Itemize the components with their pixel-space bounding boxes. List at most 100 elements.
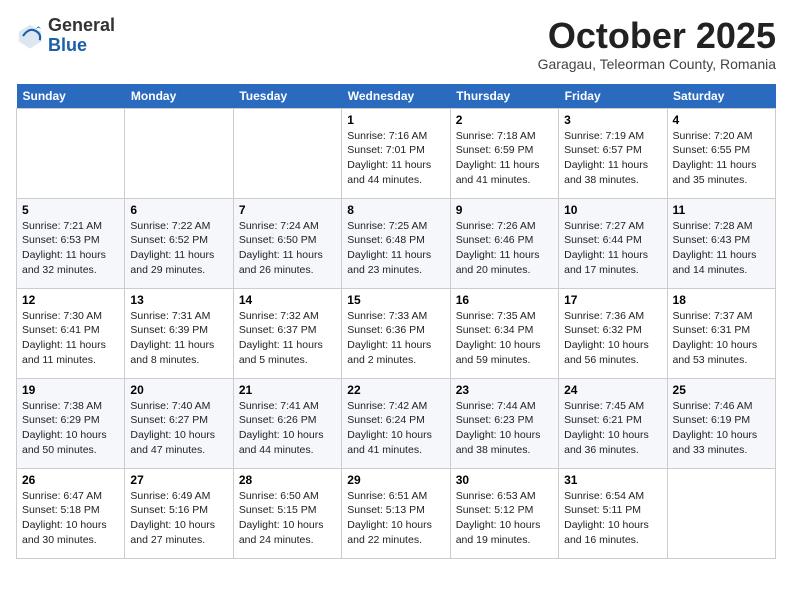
day-number: 5 [22, 203, 119, 217]
weekday-header-tuesday: Tuesday [233, 84, 341, 109]
day-info: Sunrise: 7:36 AMSunset: 6:32 PMDaylight:… [564, 309, 661, 368]
calendar-table: SundayMondayTuesdayWednesdayThursdayFrid… [16, 84, 776, 559]
day-number: 15 [347, 293, 444, 307]
logo: General Blue [16, 16, 115, 56]
day-cell: 3 Sunrise: 7:19 AMSunset: 6:57 PMDaylight… [559, 108, 667, 198]
logo-text: General Blue [48, 16, 115, 56]
day-cell [233, 108, 341, 198]
day-info: Sunrise: 6:51 AMSunset: 5:13 PMDaylight:… [347, 489, 444, 548]
day-cell [17, 108, 125, 198]
weekday-header-sunday: Sunday [17, 84, 125, 109]
day-number: 7 [239, 203, 336, 217]
day-info: Sunrise: 7:40 AMSunset: 6:27 PMDaylight:… [130, 399, 227, 458]
day-info: Sunrise: 7:44 AMSunset: 6:23 PMDaylight:… [456, 399, 553, 458]
day-number: 13 [130, 293, 227, 307]
day-info: Sunrise: 6:53 AMSunset: 5:12 PMDaylight:… [456, 489, 553, 548]
location-subtitle: Garagau, Teleorman County, Romania [538, 56, 776, 72]
day-cell: 4Sunrise: 7:20 AMSunset: 6:55 PMDaylight… [667, 108, 775, 198]
day-cell: 13 Sunrise: 7:31 AMSunset: 6:39 PMDayligh… [125, 288, 233, 378]
day-cell: 18 Sunrise: 7:37 AMSunset: 6:31 PMDayligh… [667, 288, 775, 378]
day-number: 16 [456, 293, 553, 307]
day-cell: 21 Sunrise: 7:41 AMSunset: 6:26 PMDayligh… [233, 378, 341, 468]
day-number: 24 [564, 383, 661, 397]
day-info: Sunrise: 6:47 AMSunset: 5:18 PMDaylight:… [22, 489, 119, 548]
day-cell: 20 Sunrise: 7:40 AMSunset: 6:27 PMDayligh… [125, 378, 233, 468]
day-number: 23 [456, 383, 553, 397]
day-number: 4 [673, 113, 770, 127]
day-cell: 19Sunrise: 7:38 AMSunset: 6:29 PMDayligh… [17, 378, 125, 468]
day-info: Sunrise: 7:45 AMSunset: 6:21 PMDaylight:… [564, 399, 661, 458]
day-cell: 14Sunrise: 7:32 AMSunset: 6:37 PMDayligh… [233, 288, 341, 378]
day-info: Sunrise: 7:25 AMSunset: 6:48 PMDaylight:… [347, 219, 444, 278]
day-info: Sunrise: 6:50 AMSunset: 5:15 PMDaylight:… [239, 489, 336, 548]
day-number: 12 [22, 293, 119, 307]
day-info: Sunrise: 7:32 AMSunset: 6:37 PMDaylight:… [239, 309, 336, 368]
day-info: Sunrise: 7:19 AMSunset: 6:57 PMDaylight:… [564, 129, 661, 188]
day-number: 22 [347, 383, 444, 397]
weekday-header-wednesday: Wednesday [342, 84, 450, 109]
day-info: Sunrise: 7:31 AMSunset: 6:39 PMDaylight:… [130, 309, 227, 368]
week-row-5: 26Sunrise: 6:47 AMSunset: 5:18 PMDayligh… [17, 468, 776, 558]
weekday-header-saturday: Saturday [667, 84, 775, 109]
day-info: Sunrise: 7:33 AMSunset: 6:36 PMDaylight:… [347, 309, 444, 368]
day-cell: 28 Sunrise: 6:50 AMSunset: 5:15 PMDayligh… [233, 468, 341, 558]
day-cell: 30 Sunrise: 6:53 AMSunset: 5:12 PMDayligh… [450, 468, 558, 558]
day-info: Sunrise: 7:46 AMSunset: 6:19 PMDaylight:… [673, 399, 770, 458]
day-number: 30 [456, 473, 553, 487]
day-info: Sunrise: 7:16 AMSunset: 7:01 PMDaylight:… [347, 129, 444, 188]
day-number: 28 [239, 473, 336, 487]
month-title: October 2025 [538, 16, 776, 56]
day-info: Sunrise: 7:18 AMSunset: 6:59 PMDaylight:… [456, 129, 553, 188]
day-cell: 31 Sunrise: 6:54 AMSunset: 5:11 PMDayligh… [559, 468, 667, 558]
day-info: Sunrise: 7:26 AMSunset: 6:46 PMDaylight:… [456, 219, 553, 278]
day-info: Sunrise: 7:38 AMSunset: 6:29 PMDaylight:… [22, 399, 119, 458]
week-row-4: 19Sunrise: 7:38 AMSunset: 6:29 PMDayligh… [17, 378, 776, 468]
day-cell: 5Sunrise: 7:21 AMSunset: 6:53 PMDaylight… [17, 198, 125, 288]
day-cell [667, 468, 775, 558]
day-cell: 17 Sunrise: 7:36 AMSunset: 6:32 PMDayligh… [559, 288, 667, 378]
day-number: 21 [239, 383, 336, 397]
day-cell: 10Sunrise: 7:27 AMSunset: 6:44 PMDayligh… [559, 198, 667, 288]
page-header: General Blue October 2025 Garagau, Teleo… [16, 16, 776, 72]
day-number: 6 [130, 203, 227, 217]
day-number: 18 [673, 293, 770, 307]
day-cell: 9 Sunrise: 7:26 AMSunset: 6:46 PMDaylight… [450, 198, 558, 288]
day-cell: 26Sunrise: 6:47 AMSunset: 5:18 PMDayligh… [17, 468, 125, 558]
weekday-header-monday: Monday [125, 84, 233, 109]
weekday-header-row: SundayMondayTuesdayWednesdayThursdayFrid… [17, 84, 776, 109]
day-cell: 24 Sunrise: 7:45 AMSunset: 6:21 PMDayligh… [559, 378, 667, 468]
week-row-2: 5Sunrise: 7:21 AMSunset: 6:53 PMDaylight… [17, 198, 776, 288]
day-number: 9 [456, 203, 553, 217]
day-number: 2 [456, 113, 553, 127]
day-cell: 27 Sunrise: 6:49 AMSunset: 5:16 PMDayligh… [125, 468, 233, 558]
day-number: 31 [564, 473, 661, 487]
day-info: Sunrise: 7:30 AMSunset: 6:41 PMDaylight:… [22, 309, 119, 368]
day-number: 1 [347, 113, 444, 127]
day-cell: 22Sunrise: 7:42 AMSunset: 6:24 PMDayligh… [342, 378, 450, 468]
day-cell: 6 Sunrise: 7:22 AMSunset: 6:52 PMDaylight… [125, 198, 233, 288]
day-info: Sunrise: 7:37 AMSunset: 6:31 PMDaylight:… [673, 309, 770, 368]
day-cell: 25Sunrise: 7:46 AMSunset: 6:19 PMDayligh… [667, 378, 775, 468]
week-row-1: 1 Sunrise: 7:16 AMSunset: 7:01 PMDaylight… [17, 108, 776, 198]
day-info: Sunrise: 6:54 AMSunset: 5:11 PMDaylight:… [564, 489, 661, 548]
week-row-3: 12 Sunrise: 7:30 AMSunset: 6:41 PMDayligh… [17, 288, 776, 378]
day-cell [125, 108, 233, 198]
day-number: 11 [673, 203, 770, 217]
day-number: 27 [130, 473, 227, 487]
day-info: Sunrise: 7:27 AMSunset: 6:44 PMDaylight:… [564, 219, 661, 278]
day-number: 3 [564, 113, 661, 127]
day-info: Sunrise: 7:24 AMSunset: 6:50 PMDaylight:… [239, 219, 336, 278]
day-cell: 29Sunrise: 6:51 AMSunset: 5:13 PMDayligh… [342, 468, 450, 558]
day-info: Sunrise: 7:35 AMSunset: 6:34 PMDaylight:… [456, 309, 553, 368]
day-number: 17 [564, 293, 661, 307]
day-info: Sunrise: 7:41 AMSunset: 6:26 PMDaylight:… [239, 399, 336, 458]
day-cell: 23 Sunrise: 7:44 AMSunset: 6:23 PMDayligh… [450, 378, 558, 468]
logo-icon [16, 22, 44, 50]
day-cell: 8Sunrise: 7:25 AMSunset: 6:48 PMDaylight… [342, 198, 450, 288]
weekday-header-thursday: Thursday [450, 84, 558, 109]
day-info: Sunrise: 7:22 AMSunset: 6:52 PMDaylight:… [130, 219, 227, 278]
day-info: Sunrise: 6:49 AMSunset: 5:16 PMDaylight:… [130, 489, 227, 548]
day-cell: 12 Sunrise: 7:30 AMSunset: 6:41 PMDayligh… [17, 288, 125, 378]
day-number: 20 [130, 383, 227, 397]
day-cell: 16 Sunrise: 7:35 AMSunset: 6:34 PMDayligh… [450, 288, 558, 378]
